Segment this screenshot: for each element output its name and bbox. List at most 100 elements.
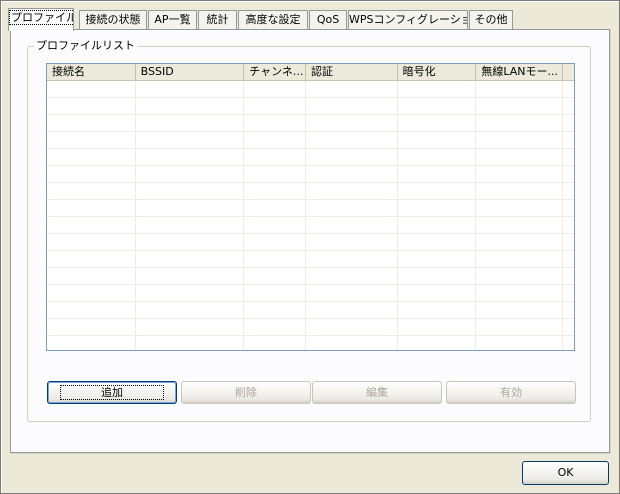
table-cell (306, 319, 398, 335)
table-cell (398, 115, 477, 131)
table-cell (398, 234, 477, 250)
table-row (47, 166, 574, 183)
table-cell (136, 336, 245, 350)
table-cell (306, 200, 398, 216)
column-header-wireless-mode[interactable]: 無線LANモー... (476, 64, 564, 80)
add-button[interactable]: 追加 (47, 381, 177, 404)
activate-button[interactable]: 有効 (446, 381, 576, 404)
table-cell (306, 268, 398, 284)
table-cell (47, 336, 136, 350)
table-cell (244, 98, 307, 114)
table-cell (244, 336, 307, 350)
tab-connection-status[interactable]: 接続の状態 (79, 10, 147, 30)
table-cell (563, 81, 574, 97)
profile-list-title: プロファイルリスト (34, 39, 137, 53)
table-cell (47, 217, 136, 233)
table-cell (476, 268, 564, 284)
table-cell (563, 149, 574, 165)
profile-list-view[interactable]: 接続名 BSSID チャンネ... 認証 暗号化 無線LANモー... (46, 63, 575, 351)
table-cell (244, 81, 307, 97)
column-header-connection-name[interactable]: 接続名 (47, 64, 136, 80)
table-cell (244, 132, 307, 148)
list-header: 接続名 BSSID チャンネ... 認証 暗号化 無線LANモー... (47, 64, 574, 81)
column-header-filler (563, 64, 574, 80)
table-cell (476, 302, 564, 318)
table-cell (476, 166, 564, 182)
table-cell (136, 81, 245, 97)
edit-button[interactable]: 編集 (312, 381, 442, 404)
table-cell (476, 81, 564, 97)
table-cell (306, 183, 398, 199)
table-cell (476, 234, 564, 250)
table-cell (398, 98, 477, 114)
table-row (47, 285, 574, 302)
table-cell (306, 234, 398, 250)
table-cell (47, 251, 136, 267)
table-row (47, 183, 574, 200)
add-button-label: 追加 (60, 385, 164, 400)
list-body (47, 81, 574, 350)
table-cell (476, 115, 564, 131)
tab-statistics[interactable]: 統計 (198, 10, 237, 30)
column-header-authentication[interactable]: 認証 (306, 64, 398, 80)
table-cell (398, 217, 477, 233)
table-cell (398, 319, 477, 335)
table-cell (563, 217, 574, 233)
table-cell (563, 302, 574, 318)
column-header-bssid[interactable]: BSSID (136, 64, 245, 80)
table-cell (136, 234, 245, 250)
table-cell (476, 98, 564, 114)
tab-qos[interactable]: QoS (309, 10, 347, 30)
table-cell (136, 268, 245, 284)
table-row (47, 200, 574, 217)
delete-button[interactable]: 削除 (181, 381, 311, 404)
column-header-encryption[interactable]: 暗号化 (398, 64, 477, 80)
table-cell (47, 319, 136, 335)
tab-profile[interactable]: プロファイル (8, 8, 74, 31)
table-cell (136, 183, 245, 199)
tab-wps-configuration[interactable]: WPSコンフィグレーション (348, 10, 468, 30)
table-cell (398, 302, 477, 318)
table-row (47, 336, 574, 350)
table-row (47, 234, 574, 251)
table-cell (244, 319, 307, 335)
table-cell (136, 149, 245, 165)
table-cell (306, 251, 398, 267)
table-row (47, 268, 574, 285)
table-cell (244, 234, 307, 250)
tab-ap-list[interactable]: AP一覧 (148, 10, 197, 30)
table-cell (563, 336, 574, 350)
table-cell (476, 200, 564, 216)
table-cell (306, 217, 398, 233)
table-cell (244, 149, 307, 165)
table-cell (47, 166, 136, 182)
table-cell (47, 149, 136, 165)
tab-profile-label: プロファイル (9, 10, 73, 25)
table-cell (244, 115, 307, 131)
table-cell (563, 200, 574, 216)
table-row (47, 132, 574, 149)
table-cell (136, 302, 245, 318)
table-cell (136, 115, 245, 131)
table-row (47, 149, 574, 166)
column-header-channel[interactable]: チャンネ... (244, 64, 306, 80)
table-cell (398, 183, 477, 199)
table-cell (563, 98, 574, 114)
table-cell (244, 302, 307, 318)
ok-button[interactable]: OK (522, 461, 609, 485)
table-cell (476, 132, 564, 148)
table-cell (306, 132, 398, 148)
table-row (47, 251, 574, 268)
tab-advanced-settings[interactable]: 高度な設定 (238, 10, 308, 30)
table-cell (563, 166, 574, 182)
table-cell (563, 285, 574, 301)
table-row (47, 98, 574, 115)
table-row (47, 302, 574, 319)
table-cell (476, 319, 564, 335)
tab-other[interactable]: その他 (469, 10, 513, 30)
table-cell (136, 285, 245, 301)
table-row (47, 115, 574, 132)
table-cell (563, 132, 574, 148)
table-cell (563, 268, 574, 284)
table-cell (476, 183, 564, 199)
